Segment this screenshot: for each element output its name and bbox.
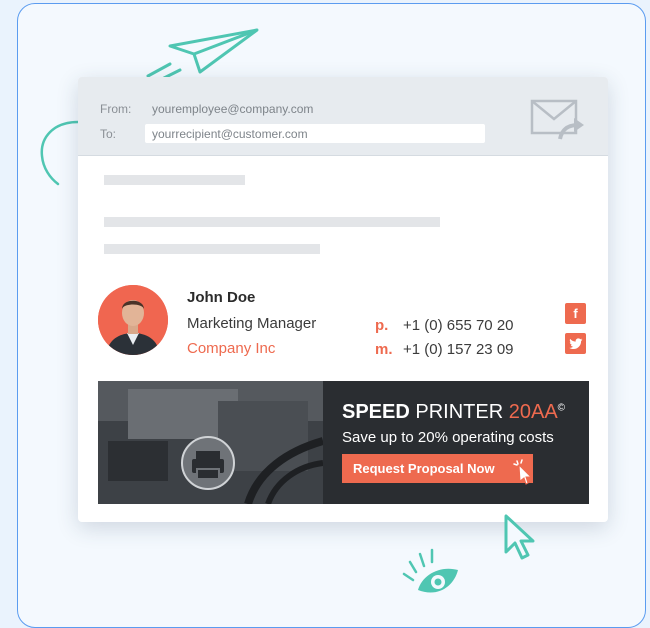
facebook-icon[interactable]: f (565, 303, 586, 324)
phone-number[interactable]: +1 (0) 655 70 20 (403, 317, 514, 334)
placeholder-line (104, 175, 245, 185)
copyright-mark: © (557, 402, 566, 414)
mobile-number[interactable]: +1 (0) 157 23 09 (403, 341, 514, 358)
banner-headline: SPEED PRINTER 20AA© (342, 401, 565, 424)
twitter-icon[interactable] (565, 333, 586, 354)
request-proposal-button[interactable]: Request Proposal Now (342, 454, 533, 483)
signature-name: John Doe (187, 289, 256, 306)
signature-company[interactable]: Company Inc (187, 340, 275, 357)
twitter-bird-icon (568, 337, 582, 349)
cursor-icon (504, 514, 535, 560)
to-label: To: (100, 127, 117, 141)
cursor-click-icon (513, 459, 533, 485)
to-field-value: yourrecipient@customer.com (152, 127, 308, 141)
mobile-prefix: m. (375, 341, 393, 358)
from-label: From: (100, 102, 132, 116)
decor-curve (40, 120, 80, 186)
banner-headline-bold: SPEED (342, 401, 410, 423)
email-header: From: youremployee@company.com To: yourr… (78, 77, 608, 156)
banner-subtitle: Save up to 20% operating costs (342, 429, 554, 446)
from-field[interactable]: youremployee@company.com (152, 102, 313, 116)
mail-forward-icon (530, 99, 584, 140)
banner-headline-accent: 20AA (508, 401, 558, 423)
to-field[interactable]: yourrecipient@customer.com (145, 124, 485, 143)
printer-photo (98, 381, 323, 504)
avatar (98, 285, 168, 355)
phone-prefix: p. (375, 317, 389, 334)
paper-plane-icon (146, 28, 259, 80)
request-proposal-label: Request Proposal Now (353, 461, 495, 476)
placeholder-line (104, 244, 320, 254)
signature-title: Marketing Manager (187, 315, 317, 332)
placeholder-line (104, 217, 440, 227)
banner-headline-regular: PRINTER (415, 401, 504, 423)
eye-icon (402, 548, 458, 593)
facebook-glyph: f (573, 306, 578, 321)
promo-banner[interactable]: SPEED PRINTER 20AA© Save up to 20% opera… (98, 381, 589, 504)
email-window: From: youremployee@company.com To: yourr… (78, 77, 608, 522)
